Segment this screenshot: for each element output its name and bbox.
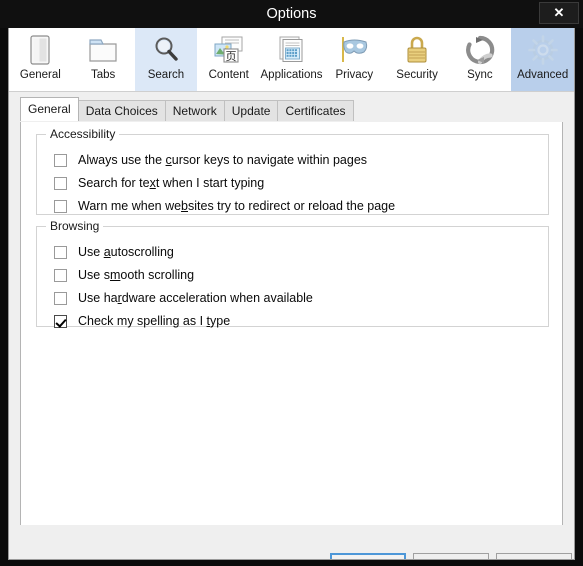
toolbar-item-advanced[interactable]: Advanced: [511, 28, 574, 91]
sub-tab-strip: General Data Choices Network Update Cert…: [9, 92, 574, 559]
help-button-label: Help: [521, 558, 547, 559]
tab-general[interactable]: General: [20, 97, 79, 121]
sub-tabs: General Data Choices Network Update Cert…: [20, 97, 354, 121]
privacy-mask-icon: [337, 33, 371, 67]
checkbox-label-cursor-keys: Always use the cursor keys to navigate w…: [78, 153, 368, 167]
checkbox-row-hardware-acceleration[interactable]: Use hardware acceleration when available: [54, 289, 313, 307]
toolbar-item-label: Privacy: [335, 69, 374, 81]
general-icon: [23, 33, 57, 67]
checkbox-label-smooth-scrolling: Use smooth scrolling: [78, 268, 195, 282]
toolbar-item-applications[interactable]: Applications: [260, 28, 323, 91]
checkbox-label-spell-check: Check my spelling as I type: [78, 314, 231, 328]
tab-data-choices[interactable]: Data Choices: [77, 100, 166, 121]
browsing-group-legend: Browsing: [46, 219, 104, 233]
checkbox-label-find-as-you-type: Search for text when I start typing: [78, 176, 265, 190]
toolbar-item-security[interactable]: Security: [386, 28, 449, 91]
options-dialog-window: Options ✕ General Tabs Search 页 Content …: [0, 0, 583, 566]
toolbar-item-label: Advanced: [517, 69, 569, 81]
toolbar-item-general[interactable]: General: [9, 28, 72, 91]
checkbox-autoscrolling[interactable]: [54, 245, 67, 259]
checkbox-warn-redirect[interactable]: [54, 199, 67, 213]
toolbar-item-label: Applications: [260, 69, 323, 81]
browsing-group: Browsing Use autoscrolling Use smooth sc…: [36, 219, 549, 330]
checkbox-row-find-as-you-type[interactable]: Search for text when I start typing: [54, 174, 264, 192]
checkbox-smooth-scrolling[interactable]: [54, 268, 67, 282]
content-icon: 页: [212, 33, 246, 67]
ok-button[interactable]: OK: [330, 553, 406, 559]
checkbox-row-cursor-keys[interactable]: Always use the cursor keys to navigate w…: [54, 151, 367, 169]
dialog-client-area: General Tabs Search 页 Content Applicatio…: [8, 28, 575, 560]
tab-update[interactable]: Update: [223, 100, 279, 121]
checkbox-row-warn-redirect[interactable]: Warn me when websites try to redirect or…: [54, 197, 395, 215]
checkbox-row-smooth-scrolling[interactable]: Use smooth scrolling: [54, 266, 194, 284]
toolbar-item-label: Sync: [467, 69, 493, 81]
svg-text:页: 页: [225, 50, 236, 63]
checkbox-row-autoscrolling[interactable]: Use autoscrolling: [54, 243, 174, 261]
toolbar-item-privacy[interactable]: Privacy: [323, 28, 386, 91]
title-bar: Options ✕: [0, 0, 583, 28]
applications-icon: [275, 33, 309, 67]
toolbar-item-tabs[interactable]: Tabs: [72, 28, 135, 91]
checkbox-row-spell-check[interactable]: Check my spelling as I type: [54, 312, 230, 330]
tab-content-panel: Accessibility Always use the cursor keys…: [20, 122, 563, 559]
toolbar-item-label: Tabs: [91, 69, 116, 81]
close-icon: ✕: [553, 5, 565, 20]
tab-certificates[interactable]: Certificates: [277, 100, 354, 121]
help-button[interactable]: Help: [496, 553, 572, 559]
tabs-icon: [86, 33, 120, 67]
window-title: Options: [266, 6, 317, 22]
checkbox-find-as-you-type[interactable]: [54, 176, 67, 190]
toolbar-item-sync[interactable]: Sync: [448, 28, 511, 91]
cancel-button[interactable]: Cancel: [413, 553, 489, 559]
checkbox-label-autoscrolling: Use autoscrolling: [78, 245, 174, 259]
toolbar-item-label: Content: [208, 69, 249, 81]
tab-network[interactable]: Network: [164, 100, 225, 121]
search-icon: [149, 33, 183, 67]
checkbox-cursor-keys[interactable]: [54, 153, 67, 167]
checkbox-hardware-acceleration[interactable]: [54, 291, 67, 305]
security-lock-icon: [400, 33, 434, 67]
accessibility-group-legend: Accessibility: [46, 127, 120, 141]
toolbar-item-label: Security: [396, 69, 438, 81]
dialog-footer: OK Cancel Help: [9, 525, 574, 559]
close-button[interactable]: ✕: [539, 2, 579, 24]
advanced-gear-icon: [526, 33, 560, 67]
checkbox-label-hardware-acceleration: Use hardware acceleration when available: [78, 291, 313, 305]
options-toolbar: General Tabs Search 页 Content Applicatio…: [9, 28, 574, 92]
toolbar-item-label: General: [19, 69, 61, 81]
toolbar-item-label: Search: [147, 69, 185, 81]
toolbar-item-search[interactable]: Search: [134, 28, 198, 91]
sync-icon: [463, 33, 497, 67]
accessibility-group: Accessibility Always use the cursor keys…: [36, 127, 549, 215]
toolbar-item-content[interactable]: 页 Content: [197, 28, 260, 91]
checkbox-label-warn-redirect: Warn me when websites try to redirect or…: [78, 199, 396, 213]
checkbox-spell-check[interactable]: [54, 314, 67, 328]
